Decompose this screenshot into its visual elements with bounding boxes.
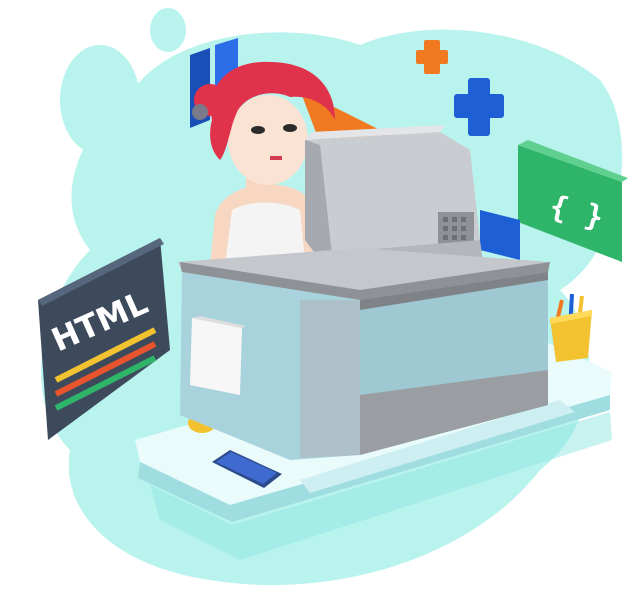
- background-bubble-small: [150, 8, 186, 52]
- background-dot: [539, 55, 553, 73]
- sticky-note-icon: [190, 318, 242, 395]
- background-bubble: [60, 45, 140, 155]
- coding-illustration: { } HTML: [38, 8, 628, 586]
- illustration-stage: { } HTML: [0, 0, 629, 614]
